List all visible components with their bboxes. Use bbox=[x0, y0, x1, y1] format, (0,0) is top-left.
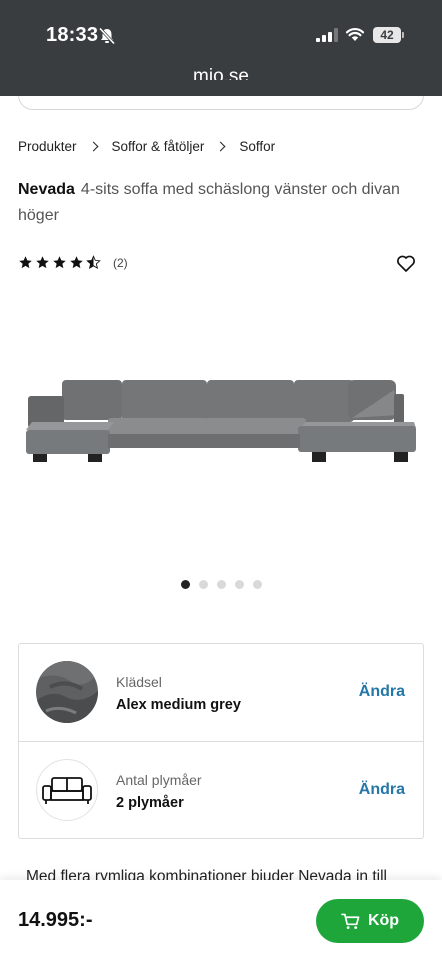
sofa-outline-icon bbox=[36, 759, 98, 821]
rating[interactable]: (2) bbox=[18, 255, 128, 270]
gallery-pagination[interactable] bbox=[181, 580, 271, 589]
star-full-icon bbox=[70, 256, 83, 269]
gallery-dot[interactable] bbox=[253, 580, 262, 589]
product-subtitle: 4-sits soffa med schäslong vänster och d… bbox=[18, 181, 400, 224]
fabric-swatch-thumbnail bbox=[36, 661, 98, 723]
change-upholstery-button[interactable]: Ändra bbox=[359, 683, 405, 701]
review-count: (2) bbox=[113, 255, 128, 270]
product-title: Nevada 4-sits soffa med schäslong vänster… bbox=[18, 177, 418, 229]
option-value: Alex medium grey bbox=[116, 697, 241, 713]
price: 14.995:- bbox=[18, 909, 93, 931]
gallery-dot[interactable] bbox=[199, 580, 208, 589]
buy-button[interactable]: Köp bbox=[316, 899, 424, 943]
battery-indicator: 42 bbox=[373, 27, 401, 43]
option-value: 2 plymåer bbox=[116, 795, 184, 811]
buy-button-label: Köp bbox=[367, 912, 400, 929]
star-full-icon bbox=[36, 256, 49, 269]
breadcrumb-products[interactable]: Produkter bbox=[18, 139, 77, 154]
top-bar-overlap bbox=[0, 80, 442, 96]
status-time: 18:33 bbox=[46, 24, 99, 46]
gallery-dot[interactable] bbox=[235, 580, 244, 589]
change-cushions-button[interactable]: Ändra bbox=[359, 781, 405, 799]
options-card: Klädsel Alex medium grey Ändra Antal ply… bbox=[18, 643, 424, 839]
heart-icon[interactable] bbox=[396, 254, 416, 273]
option-cushions[interactable]: Antal plymåer 2 plymåer Ändra bbox=[19, 741, 423, 838]
cellular-signal-icon bbox=[316, 28, 338, 42]
star-full-icon bbox=[53, 256, 66, 269]
cart-icon bbox=[341, 913, 360, 929]
breadcrumb: Produkter Soffor & fåtöljer Soffor bbox=[18, 139, 275, 154]
battery-tip bbox=[402, 32, 404, 38]
gallery-dot[interactable] bbox=[181, 580, 190, 589]
option-label: Antal plymåer bbox=[116, 772, 202, 788]
star-half-icon bbox=[86, 255, 101, 270]
option-label: Klädsel bbox=[116, 674, 162, 690]
chevron-right-icon bbox=[215, 141, 226, 152]
product-image[interactable] bbox=[22, 370, 420, 478]
wifi-icon bbox=[345, 28, 365, 41]
product-name: Nevada bbox=[18, 181, 75, 198]
breadcrumb-sofas-armchairs[interactable]: Soffor & fåtöljer bbox=[112, 139, 205, 154]
chevron-right-icon bbox=[88, 141, 98, 152]
option-upholstery[interactable]: Klädsel Alex medium grey Ändra bbox=[19, 644, 423, 741]
bell-muted-icon bbox=[98, 27, 116, 45]
star-full-icon bbox=[19, 256, 32, 269]
gallery-dot[interactable] bbox=[217, 580, 226, 589]
breadcrumb-sofas[interactable]: Soffor bbox=[239, 139, 275, 154]
purchase-bar: 14.995:- Köp bbox=[0, 880, 442, 960]
